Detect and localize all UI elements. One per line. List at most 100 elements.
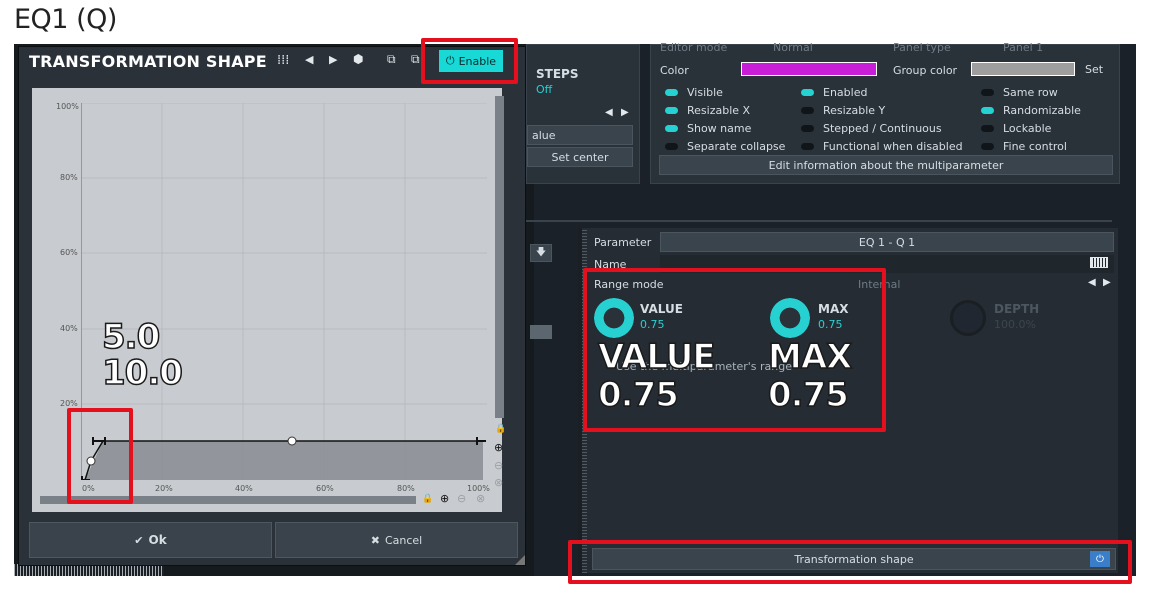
check-icon: ✔ [134,533,144,547]
editor-mode-value[interactable]: Normal [773,41,813,54]
close-icon: ✖ [370,533,380,547]
depth-knob-value: 100.0% [994,318,1036,331]
flag-lockable[interactable]: Lockable [981,119,1111,137]
lock-icon[interactable]: 🔒 [422,494,433,504]
group-color-swatch[interactable] [971,62,1075,76]
next-preset-icon[interactable]: ▶ [329,53,337,66]
led-icon [665,88,678,96]
parameter-label: Parameter [594,236,652,249]
led-icon [981,124,994,132]
keyboard-icon[interactable] [1090,257,1108,268]
copy-icon[interactable]: ⧉ [387,52,396,67]
steps-prev-icon[interactable]: ◀ [605,107,613,118]
grid-icon[interactable]: ⁞⁞⁞ [277,53,289,68]
depth-knob[interactable] [950,300,986,336]
divider [526,220,1112,222]
parameter-panel: Parameter EQ 1 - Q 1 Name Range mode Int… [578,228,1118,573]
transformation-shape-highlight [568,540,1132,584]
big-value-label: VALUE [597,337,716,377]
y-tick: 40% [60,324,78,333]
flag-stepped-continuous[interactable]: Stepped / Continuous [801,119,981,137]
flag-resizable-x[interactable]: Resizable X [665,101,801,119]
grid-lines [81,103,487,480]
zoom-reset-icon: ⊗ [494,476,504,489]
steps-label: STEPS [536,67,579,81]
x-tick: 40% [235,484,253,493]
set-group-color-button[interactable]: Set [1085,63,1103,76]
ok-label: Ok [148,533,167,547]
lock-icon[interactable]: 🔒 [495,424,506,434]
color-label: Color [660,64,689,77]
depth-knob-label: DEPTH [994,302,1040,316]
plot-area[interactable] [81,103,487,480]
led-icon [665,124,678,132]
led-icon [801,106,814,114]
dialog-title: TRANSFORMATION SHAPE [29,52,267,71]
flag-enabled[interactable]: Enabled [801,83,981,101]
x-tick: 60% [316,484,334,493]
edit-info-button[interactable]: Edit information about the multiparamete… [659,155,1113,175]
curve-point-mid [287,436,297,446]
flag-show-name[interactable]: Show name [665,119,801,137]
y-tick: 80% [60,173,78,182]
flag-same-row[interactable]: Same row [981,83,1111,101]
y-tick: 20% [60,399,78,408]
resize-grip-icon[interactable] [515,555,525,565]
zoom-in-icon[interactable]: ⊕ [440,492,449,505]
scroll-thumb[interactable] [530,325,552,339]
led-icon [665,106,678,114]
panel-type-value[interactable]: Panel 1 [1003,41,1043,54]
flag-visible[interactable]: Visible [665,83,801,101]
overlay-value-1: 5.0 [101,317,161,357]
cancel-button[interactable]: ✖ Cancel [275,522,518,558]
prev-preset-icon[interactable]: ◀ [305,53,313,66]
range-next-icon[interactable]: ▶ [1103,277,1111,288]
big-value: 0.75 [597,375,679,415]
range-prev-icon[interactable]: ◀ [1088,277,1096,288]
parameter-top-panel: STEPS Off ◀ ▶ alue Set center [526,44,640,184]
set-center-button[interactable]: Set center [527,147,633,167]
led-icon [981,106,994,114]
page-title: EQ1 (Q) [14,4,117,35]
panel-type-label: Panel type [893,41,951,54]
flag-separate-collapse[interactable]: Separate collapse [665,137,801,155]
color-swatch[interactable] [741,62,877,76]
led-icon [981,142,994,150]
led-icon [981,88,994,96]
vertical-scrollbar[interactable] [495,96,504,418]
ok-button[interactable]: ✔ Ok [29,522,272,558]
big-max-label: MAX [767,337,853,377]
flags-grid: Visible Enabled Same row Resizable X Res… [665,83,1115,155]
editor-settings-panel: Editor mode Normal Panel type Panel 1 Co… [650,41,1120,184]
steps-next-icon[interactable]: ▶ [621,107,629,118]
cancel-label: Cancel [384,533,423,547]
overlay-value-2: 10.0 [101,353,183,393]
shape-fill [85,441,483,480]
led-icon [801,124,814,132]
big-max: 0.75 [767,375,849,415]
x-tick: 80% [397,484,415,493]
zoom-reset-icon: ⊗ [476,492,486,505]
y-tick: 100% [56,102,79,111]
x-tick: 20% [155,484,173,493]
group-color-label: Group color [893,64,958,77]
curve-start-highlight [67,408,133,504]
flag-fine-control[interactable]: Fine control [981,137,1111,155]
down-arrow-button[interactable]: 🡇 [530,244,552,262]
steps-value[interactable]: Off [536,83,552,96]
flag-randomizable[interactable]: Randomizable [981,101,1111,119]
parameter-value[interactable]: EQ 1 - Q 1 [660,232,1114,252]
value-button[interactable]: alue [527,125,633,145]
paste-icon[interactable]: ⧉ [411,52,420,67]
zoom-out-icon: ⊖ [457,492,467,505]
zoom-in-icon[interactable]: ⊕ [494,441,503,454]
editor-mode-label: Editor mode [660,41,728,54]
flag-resizable-y[interactable]: Resizable Y [801,101,981,119]
led-icon [801,142,814,150]
zoom-out-icon: ⊖ [494,459,504,472]
flag-functional-when-disabled[interactable]: Functional when disabled [801,137,981,155]
led-icon [801,88,814,96]
random-dice-icon[interactable]: ⬢ [353,52,363,66]
led-icon [665,142,678,150]
y-tick: 60% [60,248,78,257]
